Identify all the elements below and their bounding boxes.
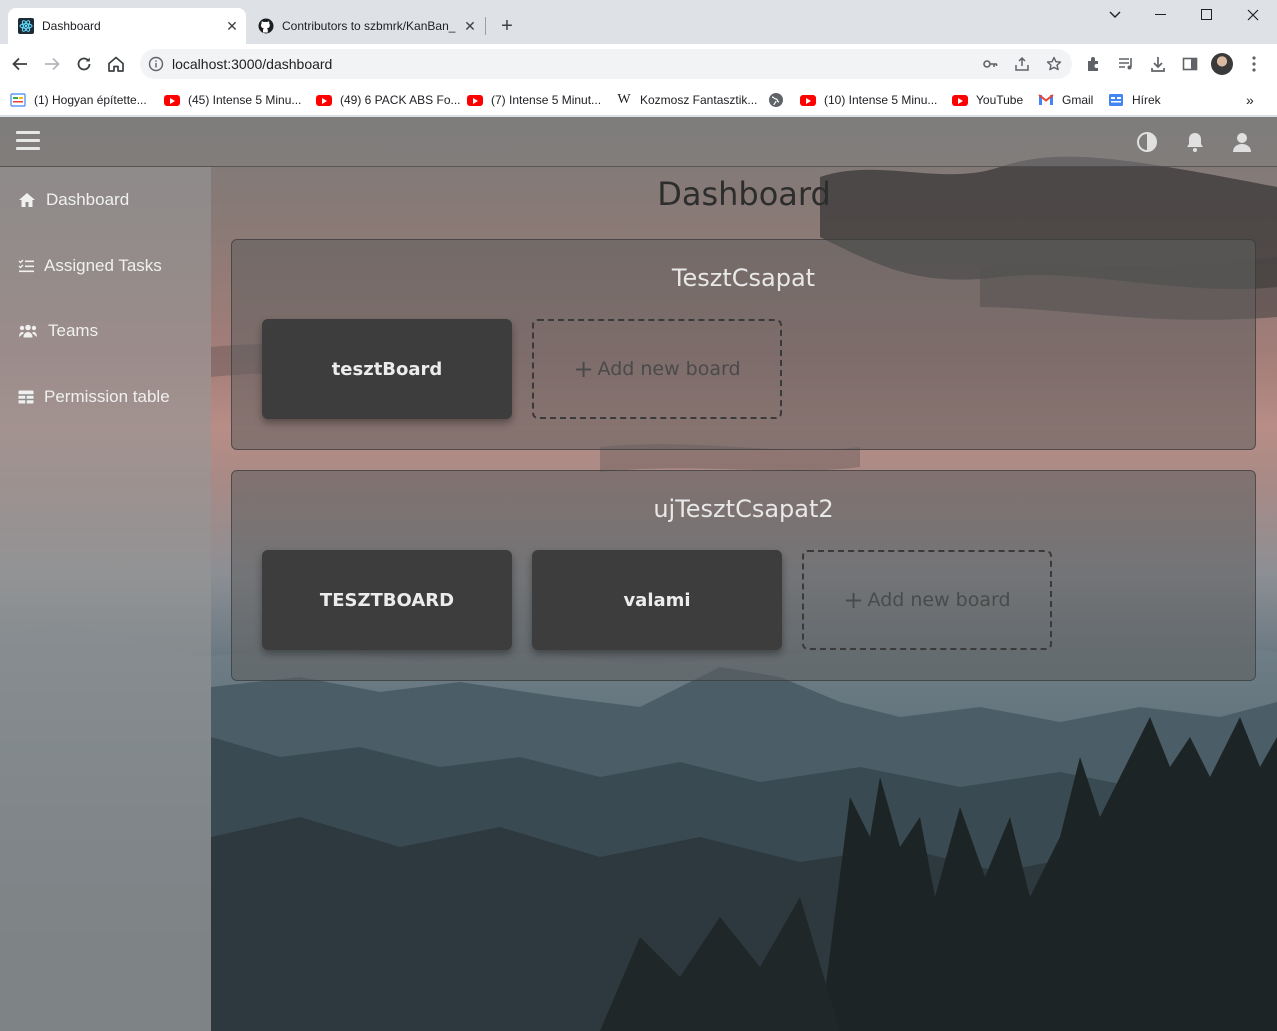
board-card[interactable]: tesztBoard	[262, 319, 512, 419]
bookmark-item[interactable]: Gmail	[1038, 91, 1093, 109]
page-title: Dashboard	[657, 175, 831, 213]
gmail-icon	[1038, 92, 1054, 108]
maximize-icon[interactable]	[1184, 4, 1230, 26]
bookmark-item[interactable]: (7) Intense 5 Minut...	[467, 91, 601, 109]
wikipedia-icon: W	[617, 92, 631, 107]
board-card[interactable]: TESZTBOARD	[262, 550, 512, 650]
url-text: localhost:3000/dashboard	[172, 56, 333, 72]
more-bookmarks-icon[interactable]: »	[1246, 91, 1254, 109]
tab-separator	[485, 17, 486, 35]
new-tab-icon[interactable]: +	[496, 15, 518, 37]
sidebar-item-label: Dashboard	[46, 190, 130, 209]
bookmark-label: (49) 6 PACK ABS Fo...	[340, 93, 461, 107]
address-bar[interactable]: localhost:3000/dashboard	[140, 49, 1072, 79]
forward-icon[interactable]	[40, 52, 64, 76]
star-icon[interactable]	[1046, 56, 1062, 72]
site-info-icon[interactable]	[148, 56, 164, 72]
bookmark-label: (7) Intense 5 Minut...	[491, 93, 602, 107]
bell-icon[interactable]	[1183, 130, 1207, 154]
back-icon[interactable]	[8, 52, 32, 76]
board-card[interactable]: valami	[532, 550, 782, 650]
media-icon[interactable]	[1116, 54, 1136, 74]
bookmark-item[interactable]: (10) Intense 5 Minu...	[800, 91, 937, 109]
menu-dots-icon[interactable]	[1244, 54, 1264, 74]
sidebar-item-label: Teams	[48, 321, 99, 340]
profile-avatar[interactable]	[1211, 53, 1233, 75]
user-icon[interactable]	[1230, 130, 1254, 154]
bookmark-label: YouTube	[976, 93, 1024, 107]
youtube-icon	[467, 92, 483, 108]
add-board-label: Add new board	[597, 358, 741, 380]
bookmark-item[interactable]: (1) Hogyan építette...	[10, 91, 147, 109]
close-tab-icon[interactable]: ✕	[224, 18, 240, 34]
bookmark-item[interactable]: W Kozmosz Fantasztik...	[616, 91, 757, 109]
add-board-button[interactable]: + Add new board	[802, 550, 1052, 650]
plus-icon: +	[843, 586, 864, 614]
browser-toolbar: localhost:3000/dashboard	[0, 44, 1277, 84]
download-icon[interactable]	[1148, 54, 1168, 74]
tab-strip: Dashboard ✕ Contributors to szbmrk/KanBa…	[0, 0, 1277, 44]
youtube-icon	[316, 92, 332, 108]
hamburger-menu-icon[interactable]	[16, 131, 40, 153]
close-window-icon[interactable]	[1230, 4, 1276, 26]
team-card: ujTesztCsapat2 TESZTBOARD valami + Add n…	[231, 470, 1256, 681]
news-icon	[1108, 92, 1124, 108]
minimize-icon[interactable]	[1138, 4, 1184, 26]
add-board-button[interactable]: + Add new board	[532, 319, 782, 419]
bookmarks-bar: (1) Hogyan építette... (45) Intense 5 Mi…	[0, 84, 1277, 116]
globe-icon	[768, 92, 784, 108]
bookmark-label: Gmail	[1062, 93, 1094, 107]
home-browser-icon[interactable]	[104, 52, 128, 76]
key-icon[interactable]	[982, 56, 998, 72]
bookmark-item[interactable]: (49) 6 PACK ABS Fo...	[316, 91, 461, 109]
tab-title: Dashboard	[42, 19, 101, 33]
bookmark-label: (10) Intense 5 Minu...	[824, 93, 938, 107]
plus-icon: +	[573, 355, 594, 383]
sidebar-item-assigned-tasks[interactable]: Assigned Tasks	[18, 254, 162, 278]
github-icon	[258, 18, 274, 34]
bookmark-label: Kozmosz Fantasztik...	[640, 93, 758, 107]
table-icon	[18, 390, 34, 404]
tab-dashboard[interactable]: Dashboard ✕	[8, 8, 246, 44]
share-icon[interactable]	[1014, 56, 1030, 72]
team-name: ujTesztCsapat2	[653, 495, 834, 523]
team-name: TesztCsapat	[671, 264, 816, 292]
side-panel-icon[interactable]	[1180, 54, 1200, 74]
bookmark-label: (45) Intense 5 Minu...	[188, 93, 302, 107]
close-tab-icon[interactable]: ✕	[462, 18, 478, 34]
sidebar-item-label: Permission table	[44, 387, 170, 406]
bookmark-label: (1) Hogyan építette...	[34, 93, 147, 107]
reload-icon[interactable]	[72, 52, 96, 76]
tab-search-icon[interactable]	[1092, 4, 1138, 26]
youtube-icon	[164, 92, 180, 108]
task-list-icon	[18, 259, 34, 273]
youtube-icon	[952, 92, 968, 108]
team-icon	[19, 324, 37, 338]
sidebar-item-label: Assigned Tasks	[44, 256, 162, 275]
app-viewport: Dashboard Assigned Tasks Teams Permissio…	[0, 117, 1277, 1031]
bookmark-item[interactable]: (45) Intense 5 Minu...	[164, 91, 301, 109]
bookmark-item[interactable]: Hírek	[1108, 91, 1161, 109]
youtube-icon	[800, 92, 816, 108]
sidebar-item-teams[interactable]: Teams	[18, 319, 98, 343]
bookmark-label: Hírek	[1132, 93, 1161, 107]
bookmark-item[interactable]	[768, 91, 792, 109]
theme-toggle-icon[interactable]	[1135, 130, 1159, 154]
tab-contributors[interactable]: Contributors to szbmrk/KanBan_ ✕	[248, 8, 484, 44]
home-icon	[19, 193, 35, 207]
sidebar-item-permission-table[interactable]: Permission table	[18, 385, 170, 409]
tab-title: Contributors to szbmrk/KanBan_	[282, 19, 456, 33]
app-bar	[0, 117, 1277, 167]
sidebar-item-dashboard[interactable]: Dashboard	[18, 188, 129, 212]
team-card: TesztCsapat tesztBoard + Add new board	[231, 239, 1256, 450]
add-board-label: Add new board	[867, 589, 1011, 611]
extensions-icon[interactable]	[1084, 54, 1104, 74]
react-icon	[18, 18, 34, 34]
news-icon	[10, 92, 26, 108]
sidebar: Dashboard Assigned Tasks Teams Permissio…	[0, 167, 211, 1031]
bookmark-item[interactable]: YouTube	[952, 91, 1023, 109]
